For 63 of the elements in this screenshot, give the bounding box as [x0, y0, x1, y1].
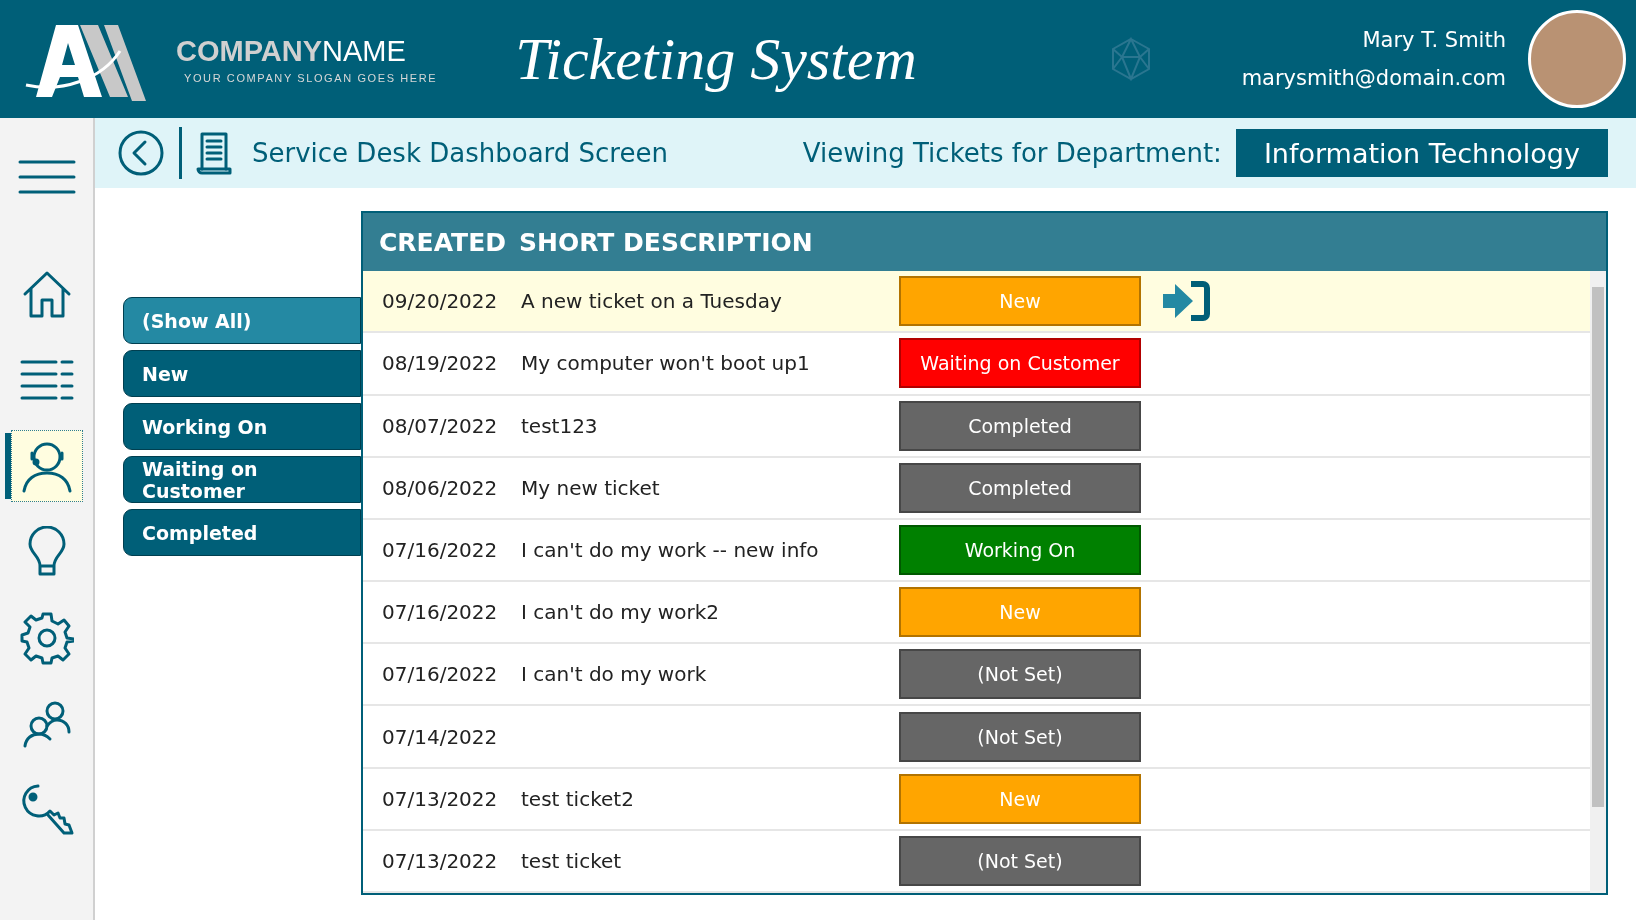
- description-cell-text: I can't do my work2: [520, 600, 720, 625]
- date-cell-text: 07/16/2022: [381, 662, 499, 687]
- description-cell-text: My new ticket: [520, 475, 661, 500]
- filter-tab[interactable]: (Show All): [123, 297, 361, 345]
- date-cell-text: 08/06/2022: [381, 475, 499, 500]
- table-row[interactable]: 07/13/2022 test ticket (Not Set): [363, 830, 1590, 893]
- date-cell-text: 07/13/2022: [381, 848, 499, 873]
- table-row[interactable]: 07/14/2022 (Not Set): [363, 706, 1590, 769]
- lightbulb-icon: [26, 526, 67, 578]
- status-badge[interactable]: (Not Set): [899, 835, 1141, 886]
- back-button[interactable]: [117, 129, 165, 178]
- filter-tab[interactable]: New: [123, 350, 361, 398]
- document-icon: [196, 131, 232, 176]
- table-row[interactable]: 07/13/2022 test ticket2 New: [363, 768, 1590, 831]
- screen-title: Service Desk Dashboard Screen: [252, 138, 668, 169]
- table-row[interactable]: 07/16/2022 I can't do my work -- new info Working On: [363, 519, 1590, 583]
- description-cell-text: test ticket: [520, 848, 623, 873]
- scrollbar[interactable]: [1590, 271, 1606, 893]
- list-icon: [19, 359, 74, 401]
- description-cell-text: test123: [520, 413, 599, 438]
- status-badge[interactable]: Waiting on Customer: [899, 338, 1141, 389]
- description-cell-text: My computer won't boot up1: [520, 351, 811, 376]
- status-badge[interactable]: Working On: [899, 524, 1141, 575]
- filter-tab[interactable]: Waiting on Customer: [123, 456, 361, 504]
- date-cell-text: 07/14/2022: [381, 724, 499, 749]
- menu-icon: [17, 159, 76, 195]
- description-cell-text: A new ticket on a Tuesday: [520, 289, 783, 314]
- status-badge[interactable]: (Not Set): [899, 711, 1141, 762]
- date-cell-text: 08/19/2022: [381, 351, 499, 376]
- app-title: Ticketing System: [515, 24, 917, 94]
- table-row[interactable]: 09/20/2022 A new ticket on a Tuesday New: [363, 271, 1590, 334]
- filter-tab[interactable]: Working On: [123, 403, 361, 451]
- user-name: Mary T. Smith: [1362, 28, 1506, 52]
- description-cell-text: I can't do my work -- new info: [520, 537, 820, 562]
- polyhedron-icon: [1109, 37, 1152, 81]
- status-badge[interactable]: Completed: [899, 400, 1141, 451]
- description-cell-text: I can't do my work: [520, 662, 708, 687]
- table-row[interactable]: 08/19/2022 My computer won't boot up1 Waiting on Customer: [363, 333, 1590, 396]
- description-cell-text: test ticket2: [520, 786, 635, 811]
- open-ticket-icon[interactable]: [1161, 280, 1211, 323]
- date-cell-text: 09/20/2022: [381, 289, 499, 314]
- column-header: SHORT DESCRIPTION: [519, 227, 813, 257]
- table-row[interactable]: 08/07/2022 test123 Completed: [363, 395, 1590, 458]
- date-cell-text: 07/13/2022: [381, 786, 499, 811]
- user-email: marysmith@domain.com: [1241, 66, 1506, 90]
- date-cell-text: 07/16/2022: [381, 600, 499, 625]
- date-cell-text: 08/07/2022: [381, 413, 499, 438]
- filter-tab[interactable]: Completed: [123, 509, 361, 557]
- table-row[interactable]: 07/16/2022 I can't do my work2 New: [363, 582, 1590, 645]
- company-name: COMPANYNAME: [176, 34, 407, 68]
- table-row[interactable]: 07/16/2022 I can't do my work (Not Set): [363, 644, 1590, 707]
- settings-icon: [19, 611, 74, 665]
- department-selector[interactable]: Information Technology: [1235, 129, 1608, 178]
- date-cell-text: 07/16/2022: [381, 537, 499, 562]
- home-icon: [21, 270, 72, 318]
- key-icon: [19, 783, 74, 837]
- people-icon: [22, 700, 71, 748]
- department-label: Viewing Tickets for Department:: [802, 138, 1222, 169]
- status-badge[interactable]: (Not Set): [899, 649, 1141, 700]
- column-header: CREATED: [378, 227, 507, 257]
- table-row[interactable]: 08/06/2022 My new ticket Completed: [363, 457, 1590, 520]
- company-slogan: YOUR COMPANY SLOGAN GOES HERE: [183, 71, 438, 84]
- status-badge[interactable]: Completed: [899, 462, 1141, 513]
